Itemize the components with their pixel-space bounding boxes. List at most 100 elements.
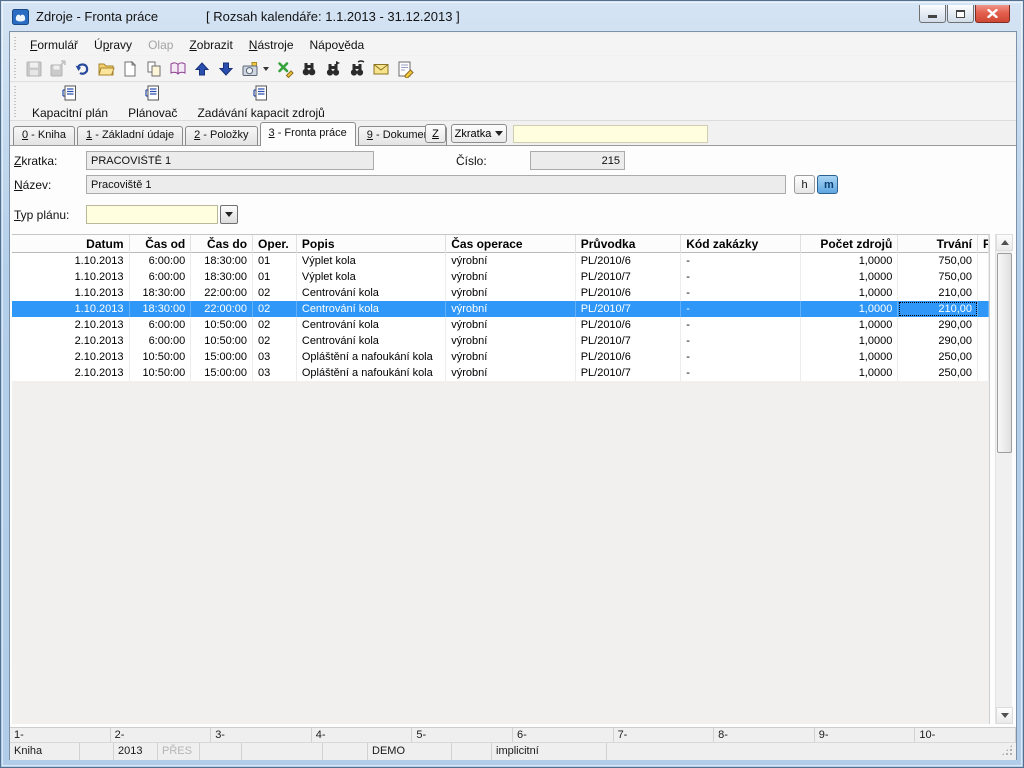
menu-formular[interactable]: Formulář: [22, 36, 86, 54]
cell-cas_od[interactable]: 6:00:00: [130, 317, 192, 333]
zkratka-field[interactable]: [86, 151, 374, 170]
cell-cas_operace[interactable]: výrobní: [446, 349, 575, 365]
cell-cas_do[interactable]: 18:30:00: [191, 269, 253, 285]
cell-datum[interactable]: 2.10.2013: [12, 317, 130, 333]
cell-pocet_zdroju[interactable]: 1,0000: [801, 317, 899, 333]
cell-cas_operace[interactable]: výrobní: [446, 365, 575, 381]
menu-nastroje[interactable]: Nástroje: [241, 36, 302, 54]
table-row[interactable]: 1.10.20136:00:0018:30:0001Výplet kolavýr…: [12, 269, 989, 285]
cell-cas_operace[interactable]: výrobní: [446, 253, 575, 269]
cell-kod_zakazky[interactable]: -: [681, 269, 801, 285]
cell-datum[interactable]: 1.10.2013: [12, 285, 130, 301]
scroll-down-button[interactable]: [996, 707, 1013, 724]
cell-oper[interactable]: 02: [253, 285, 297, 301]
cell-pruvodka[interactable]: PL/2010/7: [576, 333, 682, 349]
column-header-cas_do[interactable]: Čas do: [191, 235, 253, 254]
cell-popis[interactable]: Centrování kola: [297, 285, 446, 301]
table-row[interactable]: 1.10.20136:00:0018:30:0001Výplet kolavýr…: [12, 253, 989, 269]
toolbar-grip[interactable]: [13, 59, 18, 78]
cell-trvani[interactable]: 750,00: [898, 253, 978, 269]
cell-popis[interactable]: Opláštění a nafoukání kola: [297, 365, 446, 381]
cell-oper[interactable]: 01: [253, 269, 297, 285]
cell-oper[interactable]: 03: [253, 365, 297, 381]
cell-oper[interactable]: 03: [253, 349, 297, 365]
column-header-popis[interactable]: Popis: [297, 235, 446, 254]
cell-cas_od[interactable]: 10:50:00: [130, 365, 192, 381]
copy-button[interactable]: [142, 58, 166, 80]
cell-f[interactable]: [978, 365, 989, 381]
cell-cas_operace[interactable]: výrobní: [446, 333, 575, 349]
scrollbar-thumb[interactable]: [997, 253, 1012, 453]
cell-cas_do[interactable]: 18:30:00: [191, 253, 253, 269]
cell-kod_zakazky[interactable]: -: [681, 253, 801, 269]
cell-f[interactable]: [978, 333, 989, 349]
cell-popis[interactable]: Výplet kola: [297, 253, 446, 269]
cell-datum[interactable]: 2.10.2013: [12, 365, 130, 381]
cell-popis[interactable]: Centrování kola: [297, 301, 446, 317]
cell-pocet_zdroju[interactable]: 1,0000: [801, 333, 899, 349]
cell-cas_od[interactable]: 6:00:00: [130, 253, 192, 269]
cell-cas_od[interactable]: 6:00:00: [130, 269, 192, 285]
cell-popis[interactable]: Výplet kola: [297, 269, 446, 285]
tab-1-zakladni-udaje[interactable]: 1 - Základní údaje: [77, 126, 183, 145]
chevron-down-icon[interactable]: [263, 67, 269, 71]
cell-pruvodka[interactable]: PL/2010/6: [576, 253, 682, 269]
cell-oper[interactable]: 02: [253, 301, 297, 317]
cell-kod_zakazky[interactable]: -: [681, 285, 801, 301]
cell-f[interactable]: [978, 253, 989, 269]
export-edit-button[interactable]: [273, 58, 297, 80]
cell-trvani[interactable]: 210,00: [898, 285, 978, 301]
cell-datum[interactable]: 2.10.2013: [12, 333, 130, 349]
cell-popis[interactable]: Centrování kola: [297, 333, 446, 349]
toolbar-grip[interactable]: [13, 86, 18, 117]
cell-pocet_zdroju[interactable]: 1,0000: [801, 269, 899, 285]
table-row[interactable]: 2.10.201310:50:0015:00:0003Opláštění a n…: [12, 349, 989, 365]
hours-button[interactable]: h: [794, 175, 815, 194]
cell-f[interactable]: [978, 301, 989, 317]
cell-trvani[interactable]: 250,00: [898, 365, 978, 381]
cell-cas_do[interactable]: 22:00:00: [191, 285, 253, 301]
cell-cas_od[interactable]: 18:30:00: [130, 301, 192, 317]
scroll-up-button[interactable]: [996, 234, 1013, 251]
cell-f[interactable]: [978, 269, 989, 285]
cell-datum[interactable]: 1.10.2013: [12, 253, 130, 269]
filter-input[interactable]: [513, 125, 708, 143]
column-header-pruvodka[interactable]: Průvodka: [576, 235, 682, 254]
cell-oper[interactable]: 02: [253, 333, 297, 349]
kapacitni-plan-button[interactable]: Kapacitní plán: [22, 83, 118, 119]
tab-0-kniha[interactable]: 0 - Kniha: [13, 126, 75, 145]
cell-pruvodka[interactable]: PL/2010/6: [576, 317, 682, 333]
cell-cas_do[interactable]: 22:00:00: [191, 301, 253, 317]
cell-cas_do[interactable]: 10:50:00: [191, 317, 253, 333]
find-next-button[interactable]: [321, 58, 345, 80]
cell-datum[interactable]: 1.10.2013: [12, 269, 130, 285]
table-row[interactable]: 2.10.201310:50:0015:00:0003Opláštění a n…: [12, 365, 989, 381]
column-header-cas_od[interactable]: Čas od: [130, 235, 192, 254]
cell-kod_zakazky[interactable]: -: [681, 365, 801, 381]
cell-popis[interactable]: Centrování kola: [297, 317, 446, 333]
filter-column-button[interactable]: Zkratka: [451, 124, 507, 143]
column-header-datum[interactable]: Datum: [12, 235, 130, 254]
table-row[interactable]: 2.10.20136:00:0010:50:0002Centrování kol…: [12, 333, 989, 349]
table-row[interactable]: 2.10.20136:00:0010:50:0002Centrování kol…: [12, 317, 989, 333]
arrow-up-button[interactable]: [190, 58, 214, 80]
nazev-field[interactable]: [86, 175, 786, 194]
undo-button[interactable]: [70, 58, 94, 80]
arrow-down-button[interactable]: [214, 58, 238, 80]
cell-trvani[interactable]: 290,00: [898, 317, 978, 333]
mail-button[interactable]: [369, 58, 393, 80]
find-special-button[interactable]: [345, 58, 369, 80]
menu-napoveda[interactable]: Nápověda: [302, 36, 373, 54]
cell-f[interactable]: [978, 285, 989, 301]
column-header-trvani[interactable]: Trvání: [898, 235, 978, 254]
column-header-f[interactable]: F: [978, 235, 989, 254]
cell-pruvodka[interactable]: PL/2010/6: [576, 349, 682, 365]
cell-cas_od[interactable]: 18:30:00: [130, 285, 192, 301]
cell-pruvodka[interactable]: PL/2010/7: [576, 301, 682, 317]
cell-cas_do[interactable]: 15:00:00: [191, 349, 253, 365]
cell-trvani[interactable]: 210,00: [898, 301, 978, 317]
minutes-button[interactable]: m: [817, 175, 838, 194]
cell-popis[interactable]: Opláštění a nafoukání kola: [297, 349, 446, 365]
cell-cas_do[interactable]: 10:50:00: [191, 333, 253, 349]
tab-3-fronta-prace[interactable]: 3 - Fronta práce: [260, 122, 356, 146]
